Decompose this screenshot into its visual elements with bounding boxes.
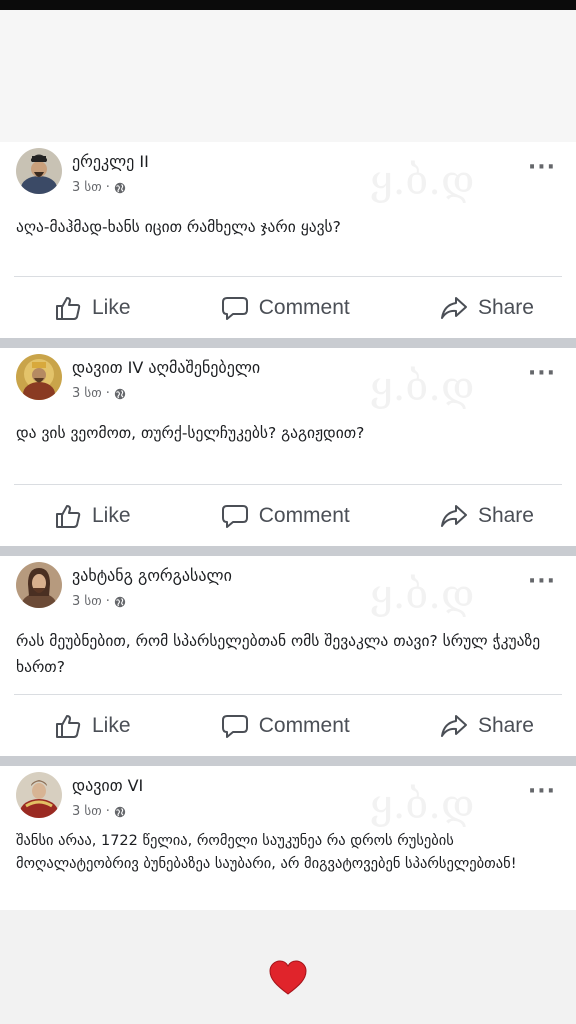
watermark: ყ.ბ.დ (370, 364, 475, 410)
post-actions: Like Comment Share (14, 484, 562, 546)
post-text: შანსი არაა, 1722 წელია, რომელი საუკუნეა … (16, 833, 517, 872)
post-header: ვახტანგ გორგასალი 3 სთ · ყ.ბ.დ ··· (0, 556, 576, 624)
blank-header-area (0, 10, 576, 143)
thumbs-up-icon (54, 503, 82, 529)
post: დავით VI 3 სთ · ყ.ბ.დ ··· შანსი არაა, 17… (0, 756, 576, 910)
author-name[interactable]: ერეკლე II (72, 152, 149, 171)
more-icon[interactable]: ··· (528, 157, 556, 179)
post-text: აღა-მაჰმად-ხანს იცით რამხელა ჯარი ყავს? (16, 218, 341, 236)
like-button[interactable]: Like (54, 295, 131, 321)
post-meta: 3 სთ · (72, 386, 126, 401)
avatar[interactable] (16, 772, 62, 818)
post-time[interactable]: 3 სთ · (72, 386, 110, 401)
watermark: ყ.ბ.დ (370, 782, 475, 828)
comment-icon (221, 503, 249, 529)
avatar[interactable] (16, 562, 62, 608)
comment-label: Comment (258, 713, 350, 737)
globe-icon (114, 806, 126, 818)
like-label: Like (92, 503, 131, 527)
comment-label: Comment (258, 295, 350, 319)
post-meta: 3 სთ · (72, 594, 126, 609)
watermark: ყ.ბ.დ (370, 158, 475, 204)
more-icon[interactable]: ··· (528, 363, 556, 385)
comment-icon (221, 713, 249, 739)
heart-icon[interactable] (268, 958, 308, 998)
status-bar (0, 0, 576, 10)
post: ვახტანგ გორგასალი 3 სთ · ყ.ბ.დ ··· რას მ… (0, 546, 576, 756)
comment-button[interactable]: Comment (221, 295, 350, 321)
avatar[interactable] (16, 354, 62, 400)
like-label: Like (92, 713, 131, 737)
author-name[interactable]: ვახტანგ გორგასალი (72, 566, 232, 585)
comment-label: Comment (258, 503, 350, 527)
share-label: Share (477, 295, 534, 319)
post-time[interactable]: 3 სთ · (72, 804, 110, 819)
thumbs-up-icon (54, 713, 82, 739)
share-icon (440, 295, 468, 321)
post-actions: Like Comment Share (14, 276, 562, 338)
post-header: დავით VI 3 სთ · ყ.ბ.დ ··· (0, 766, 576, 830)
post: დავით IV აღმაშენებელი 3 სთ · ყ.ბ.დ ··· დ… (0, 338, 576, 546)
comment-button[interactable]: Comment (221, 503, 350, 529)
share-icon (440, 713, 468, 739)
share-button[interactable]: Share (440, 503, 534, 529)
post-actions: Like Comment Share (14, 694, 562, 756)
post: ერეკლე II 3 სთ · ყ.ბ.დ ··· აღა-მაჰმად-ხა… (0, 142, 576, 338)
post-time[interactable]: 3 სთ · (72, 594, 110, 609)
share-icon (440, 503, 468, 529)
more-icon[interactable]: ··· (528, 781, 556, 803)
comment-button[interactable]: Comment (221, 713, 350, 739)
like-label: Like (92, 295, 131, 319)
like-button[interactable]: Like (54, 503, 131, 529)
share-label: Share (477, 713, 534, 737)
post-header: ერეკლე II 3 სთ · ყ.ბ.დ ··· (0, 142, 576, 210)
post-time[interactable]: 3 სთ · (72, 180, 110, 195)
comment-icon (221, 295, 249, 321)
watermark: ყ.ბ.დ (370, 572, 475, 618)
globe-icon (114, 182, 126, 194)
author-name[interactable]: დავით IV აღმაშენებელი (72, 358, 260, 377)
thumbs-up-icon (54, 295, 82, 321)
more-icon[interactable]: ··· (528, 571, 556, 593)
post-meta: 3 სთ · (72, 804, 126, 819)
share-button[interactable]: Share (440, 713, 534, 739)
author-name[interactable]: დავით VI (72, 776, 143, 795)
post-text: და ვის ვეომოთ, თურქ-სელჩუკებს? გაგიჟდით? (16, 424, 365, 442)
share-label: Share (477, 503, 534, 527)
news-feed: ერეკლე II 3 სთ · ყ.ბ.დ ··· აღა-მაჰმად-ხა… (0, 142, 576, 910)
globe-icon (114, 388, 126, 400)
post-meta: 3 სთ · (72, 180, 126, 195)
share-button[interactable]: Share (440, 295, 534, 321)
post-text: რას მეუბნებით, რომ სპარსელებთან ომს შევა… (16, 632, 541, 676)
like-button[interactable]: Like (54, 713, 131, 739)
globe-icon (114, 596, 126, 608)
avatar[interactable] (16, 148, 62, 194)
post-header: დავით IV აღმაშენებელი 3 სთ · ყ.ბ.დ ··· (0, 348, 576, 416)
